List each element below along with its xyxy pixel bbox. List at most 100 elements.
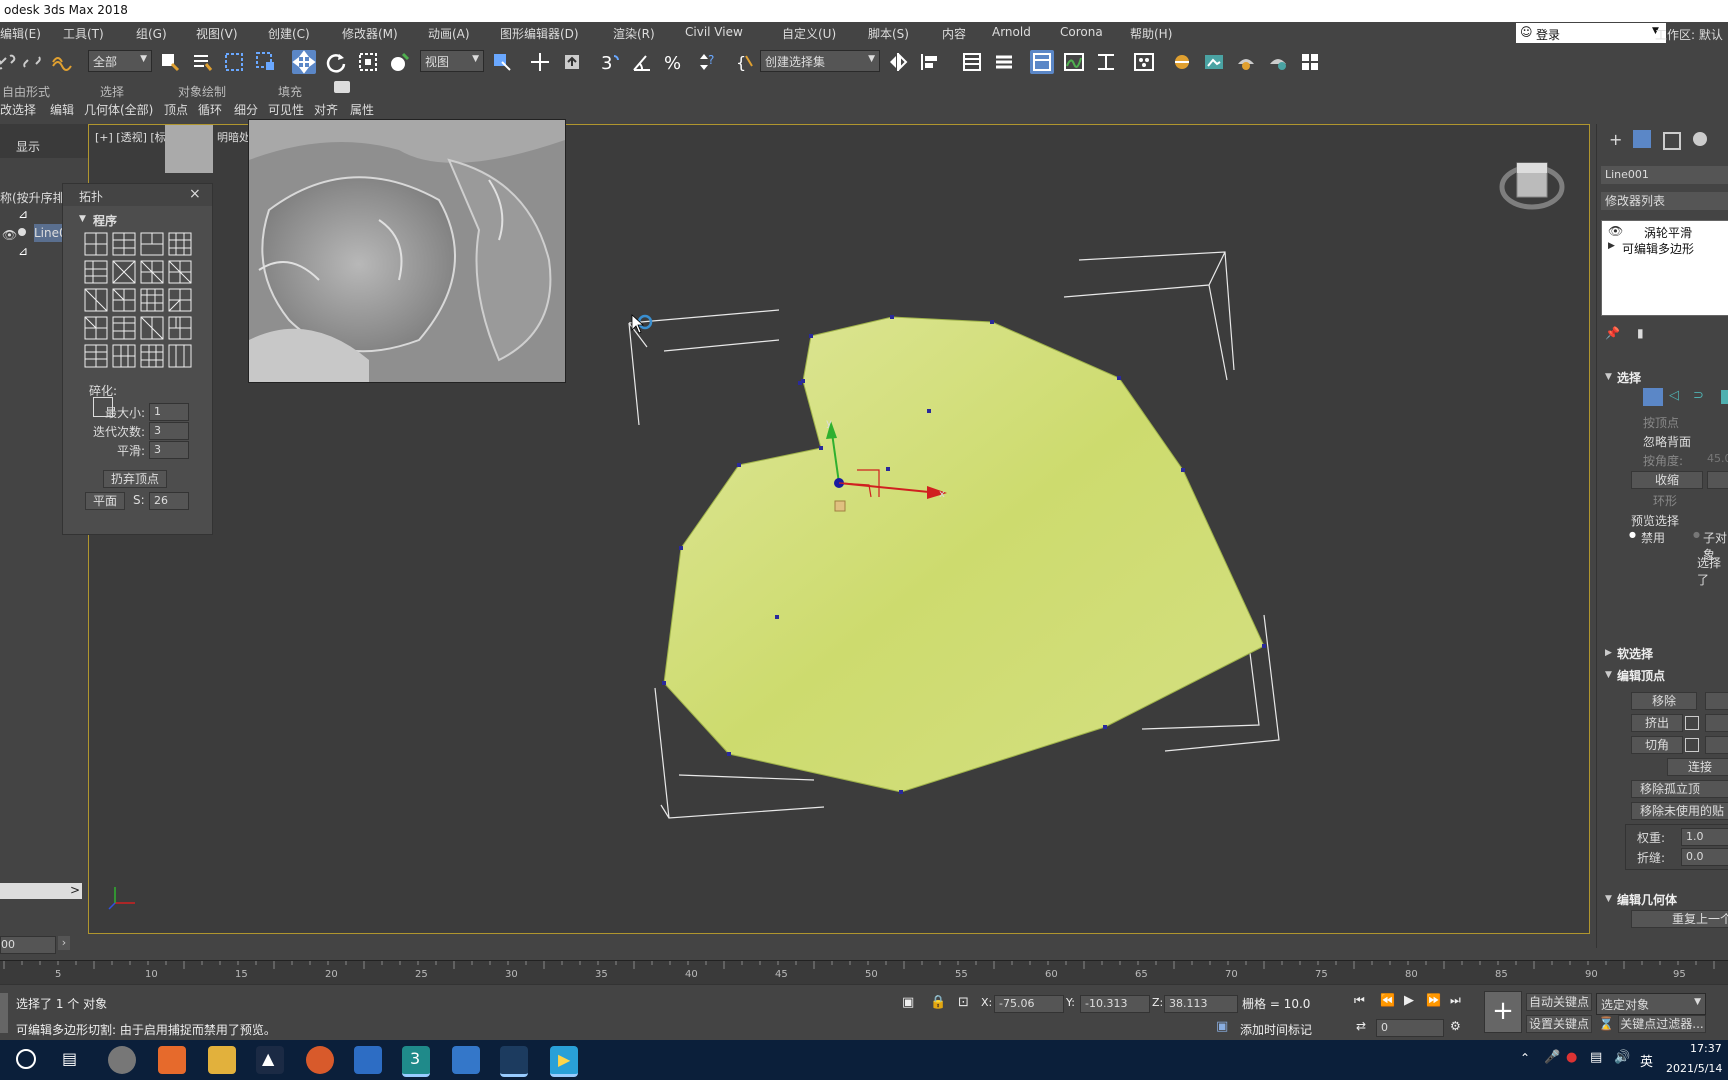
scene-explorer-icon[interactable] bbox=[960, 50, 984, 74]
microphone-icon[interactable]: 🎤 bbox=[1544, 1050, 1560, 1065]
subtab-align[interactable]: 对齐 bbox=[314, 101, 338, 118]
volume-icon[interactable]: 🔊 bbox=[1614, 1050, 1630, 1065]
remove-isolated-button[interactable]: 移除孤立顶 bbox=[1631, 780, 1728, 798]
target-weld-button[interactable] bbox=[1705, 736, 1728, 754]
max-size-spinner[interactable]: 1 bbox=[149, 403, 189, 421]
network-icon[interactable]: ▤ bbox=[1590, 1050, 1602, 1065]
menu-content[interactable]: 内容 bbox=[942, 25, 966, 42]
clock-time[interactable]: 17:37 bbox=[1690, 1042, 1722, 1055]
set-key-button[interactable]: 设置关键点 bbox=[1526, 1015, 1592, 1033]
previous-frame-icon[interactable]: ⏪ bbox=[1380, 993, 1395, 1007]
select-manipulate-icon[interactable] bbox=[528, 50, 552, 74]
steam-icon[interactable] bbox=[500, 1046, 528, 1077]
selection-filter-dropdown[interactable]: 全部 ▼ bbox=[88, 50, 152, 72]
expand-triangle-icon[interactable]: ▶ bbox=[1608, 241, 1615, 251]
close-icon[interactable]: × bbox=[189, 186, 201, 202]
chamfer-settings-icon[interactable] bbox=[1685, 738, 1699, 752]
window-crossing-icon[interactable] bbox=[254, 50, 278, 74]
app-icon-unity[interactable]: ▲ bbox=[256, 1046, 284, 1074]
task-view-icon[interactable]: ▤ bbox=[62, 1049, 77, 1068]
iterations-spinner[interactable]: 3 bbox=[149, 422, 189, 440]
object-row-line[interactable]: Line0 bbox=[34, 224, 64, 242]
play-icon[interactable]: ▶ bbox=[1404, 993, 1414, 1008]
hierarchy-tab-icon[interactable] bbox=[1663, 132, 1681, 150]
key-filter-icon[interactable]: ⌛ bbox=[1598, 1017, 1614, 1032]
app-icon-player[interactable]: ▶ bbox=[550, 1046, 578, 1077]
menu-help[interactable]: 帮助(H) bbox=[1130, 25, 1172, 42]
select-and-move-icon[interactable] bbox=[292, 50, 316, 74]
menu-arnold[interactable]: Arnold bbox=[992, 25, 1031, 39]
horizontal-scrollbar[interactable]: > bbox=[0, 883, 82, 899]
select-and-rotate-icon[interactable] bbox=[324, 50, 348, 74]
pin-stack-icon[interactable]: 📌 bbox=[1605, 326, 1620, 340]
smooth-spinner[interactable]: 3 bbox=[149, 441, 189, 459]
menu-corona[interactable]: Corona bbox=[1060, 25, 1103, 39]
edge-mode-icon[interactable]: ◁ bbox=[1669, 388, 1679, 403]
select-by-name-icon[interactable] bbox=[190, 50, 214, 74]
workspace-label[interactable]: 工作区: 默认 bbox=[1655, 26, 1723, 43]
x-coordinate-field[interactable]: -75.06 bbox=[994, 995, 1064, 1013]
menu-rendering[interactable]: 渲染(R) bbox=[613, 25, 655, 42]
subtab-subdivision[interactable]: 细分 bbox=[234, 101, 258, 118]
angle-value[interactable]: 45.0 bbox=[1707, 452, 1728, 465]
subtab-loops[interactable]: 循环 bbox=[198, 101, 222, 118]
time-tag-icon[interactable]: ▣ bbox=[1216, 1019, 1228, 1034]
subtab-edit[interactable]: 编辑 bbox=[50, 101, 74, 118]
y-coordinate-field[interactable]: -10.313 bbox=[1080, 995, 1150, 1013]
menu-group[interactable]: 组(G) bbox=[136, 25, 167, 42]
menu-graph-editors[interactable]: 图形编辑器(D) bbox=[500, 25, 579, 42]
plane-button[interactable]: 平面 bbox=[85, 492, 125, 510]
stack-item-turbosmooth[interactable]: 涡轮平滑 bbox=[1644, 224, 1692, 241]
extrude-button[interactable]: 挤出 bbox=[1631, 714, 1683, 732]
polygon-mode-icon[interactable] bbox=[1721, 390, 1728, 404]
remove-unused-map-button[interactable]: 移除未使用的贴 bbox=[1631, 802, 1728, 820]
tray-app-icon[interactable]: ● bbox=[1566, 1050, 1577, 1065]
editable-poly-object[interactable] bbox=[663, 316, 1265, 793]
3ds-max-taskbar-icon[interactable]: 3 bbox=[402, 1046, 430, 1077]
scroll-right-arrow[interactable]: > bbox=[70, 883, 80, 897]
link-icon[interactable] bbox=[0, 50, 18, 74]
app-icon-browser[interactable] bbox=[108, 1046, 136, 1074]
discard-vertices-button[interactable]: 扔弃顶点 bbox=[103, 470, 167, 488]
app-icon-video[interactable] bbox=[354, 1046, 382, 1074]
percent-snap-icon[interactable]: % bbox=[662, 50, 686, 74]
collapse-triangle-icon[interactable]: ▼ bbox=[1605, 670, 1612, 680]
eye-icon[interactable]: 👁 bbox=[1608, 224, 1623, 238]
render-setup-icon[interactable] bbox=[1170, 50, 1194, 74]
absolute-mode-icon[interactable]: ⊡ bbox=[958, 995, 969, 1010]
weight-spinner[interactable]: 1.0 bbox=[1681, 828, 1728, 846]
time-config-icon[interactable]: ⚙ bbox=[1450, 1019, 1461, 1033]
menu-views[interactable]: 视图(V) bbox=[196, 25, 238, 42]
motion-tab-icon[interactable] bbox=[1693, 132, 1707, 146]
material-editor-icon[interactable] bbox=[1132, 50, 1156, 74]
connect-button[interactable]: 连接 bbox=[1667, 758, 1728, 776]
menu-customize[interactable]: 自定义(U) bbox=[782, 25, 836, 42]
collapse-triangle-icon[interactable]: ▼ bbox=[1605, 894, 1612, 904]
s-spinner[interactable]: 26 bbox=[149, 492, 189, 510]
mirror-icon[interactable] bbox=[886, 50, 910, 74]
selected-object-dropdown[interactable]: 选定对象 ▼ bbox=[1596, 993, 1706, 1015]
viewcube[interactable] bbox=[1499, 162, 1565, 210]
lock-icon[interactable]: 🔒 bbox=[930, 995, 946, 1010]
topology-panel[interactable]: 拓扑 × ▼ 程序 碎化: 最大小: 1 迭代次数: 3 平滑: 3 扔弃顶点 … bbox=[62, 183, 213, 535]
next-frame-icon[interactable]: ⏩ bbox=[1426, 993, 1441, 1007]
disabled-radio-label[interactable]: 禁用 bbox=[1641, 529, 1665, 546]
subtab-properties[interactable]: 属性 bbox=[350, 101, 374, 118]
app-icon-screen[interactable] bbox=[452, 1046, 480, 1074]
shrink-button[interactable]: 收缩 bbox=[1631, 471, 1703, 489]
select-and-scale-icon[interactable] bbox=[356, 50, 380, 74]
vertex-mode-icon[interactable] bbox=[1643, 388, 1663, 406]
z-coordinate-field[interactable]: 38.113 bbox=[1164, 995, 1238, 1013]
login-dropdown[interactable]: ☺ 登录 ▼ bbox=[1516, 23, 1666, 43]
render-in-cloud-icon[interactable] bbox=[1266, 50, 1290, 74]
current-frame-field[interactable]: 0 bbox=[1376, 1019, 1444, 1037]
subtab-vertices[interactable]: 顶点 bbox=[164, 101, 188, 118]
curve-editor-icon[interactable] bbox=[1062, 50, 1086, 74]
add-time-tag[interactable]: 添加时间标记 bbox=[1240, 1021, 1312, 1038]
grow-button[interactable] bbox=[1707, 471, 1728, 489]
remove-button[interactable]: 移除 bbox=[1631, 692, 1697, 710]
object-name-field[interactable]: Line001 bbox=[1601, 166, 1728, 184]
subtab-visibility[interactable]: 可见性 bbox=[268, 101, 304, 118]
soft-selection-title[interactable]: 软选择 bbox=[1617, 645, 1653, 662]
display-label[interactable]: 显示 bbox=[16, 138, 40, 155]
